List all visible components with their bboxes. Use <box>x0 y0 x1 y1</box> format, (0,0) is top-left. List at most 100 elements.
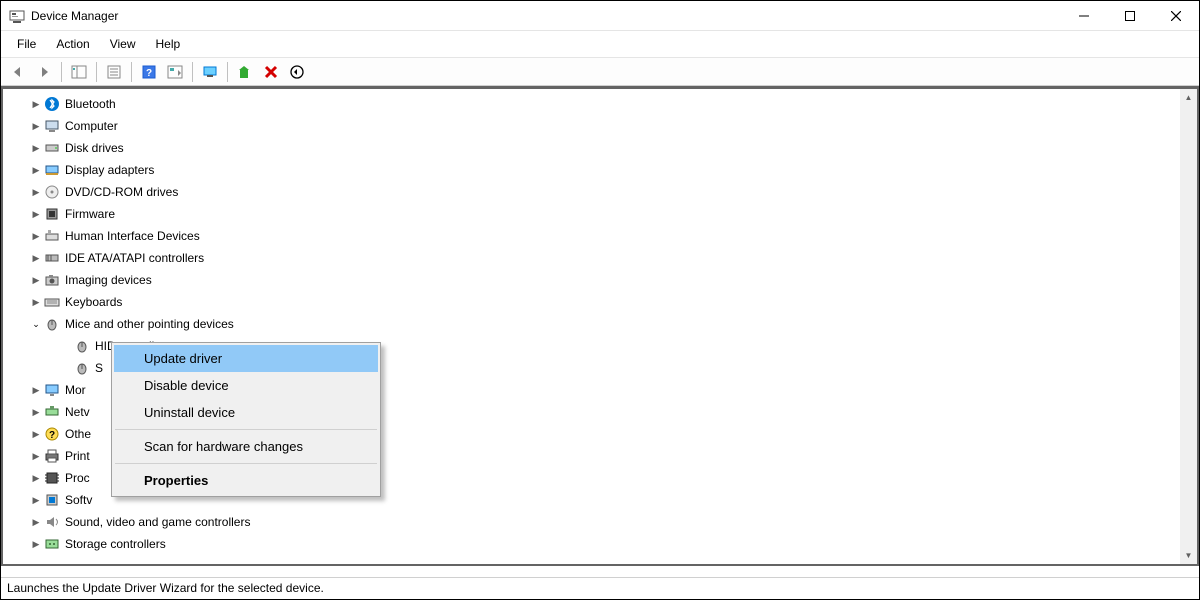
expand-icon[interactable]: ▶ <box>29 451 43 462</box>
scan-hardware-button[interactable] <box>286 61 308 83</box>
action-button[interactable] <box>164 61 186 83</box>
menu-action[interactable]: Action <box>46 33 99 55</box>
mouse-icon <box>73 338 91 354</box>
toolbar-separator <box>227 62 228 82</box>
storage-icon <box>43 536 61 552</box>
tree-label: S <box>95 361 103 375</box>
tree-node-mice[interactable]: ⌄ Mice and other pointing devices <box>23 313 1197 335</box>
other-icon: ? <box>43 426 61 442</box>
expand-icon[interactable]: ▶ <box>29 253 43 264</box>
tree-node-keyboards[interactable]: ▶ Keyboards <box>23 291 1197 313</box>
tree-node-ide[interactable]: ▶ IDE ATA/ATAPI controllers <box>23 247 1197 269</box>
expand-icon[interactable]: ▶ <box>29 385 43 396</box>
close-button[interactable] <box>1153 1 1199 31</box>
network-icon <box>43 404 61 420</box>
expand-icon[interactable]: ▶ <box>29 407 43 418</box>
tree-label: Print <box>65 449 90 463</box>
toolbar: ? <box>1 58 1199 86</box>
vertical-scrollbar[interactable]: ▲ ▼ <box>1180 89 1197 564</box>
title-bar: Device Manager <box>1 1 1199 31</box>
tree-label: IDE ATA/ATAPI controllers <box>65 251 204 265</box>
expand-icon[interactable]: ▶ <box>29 165 43 176</box>
tree-label: Disk drives <box>65 141 124 155</box>
ctx-uninstall-device[interactable]: Uninstall device <box>114 399 378 426</box>
tree-node-bluetooth[interactable]: ▶ Bluetooth <box>23 93 1197 115</box>
collapse-icon[interactable]: ⌄ <box>29 319 43 330</box>
expand-icon[interactable]: ▶ <box>29 209 43 220</box>
menu-view[interactable]: View <box>100 33 146 55</box>
device-tree-panel: ▶ Bluetooth ▶ Computer ▶ Disk drives ▶ D… <box>1 86 1199 566</box>
expand-icon[interactable]: ▶ <box>29 143 43 154</box>
expand-icon[interactable]: ▶ <box>29 99 43 110</box>
tree-node-disk[interactable]: ▶ Disk drives <box>23 137 1197 159</box>
expand-icon[interactable]: ▶ <box>29 121 43 132</box>
tree-label: Mice and other pointing devices <box>65 317 234 331</box>
ctx-scan-hardware[interactable]: Scan for hardware changes <box>114 433 378 460</box>
toolbar-separator <box>61 62 62 82</box>
processor-icon <box>43 470 61 486</box>
expand-icon[interactable]: ▶ <box>29 275 43 286</box>
expand-icon[interactable]: ▶ <box>29 473 43 484</box>
tree-label: Netv <box>65 405 90 419</box>
status-text: Launches the Update Driver Wizard for th… <box>7 581 324 595</box>
toolbar-separator <box>131 62 132 82</box>
ctx-properties[interactable]: Properties <box>114 467 378 494</box>
tree-node-imaging[interactable]: ▶ Imaging devices <box>23 269 1197 291</box>
tree-label: Sound, video and game controllers <box>65 515 250 529</box>
tree-label: DVD/CD-ROM drives <box>65 185 178 199</box>
software-icon <box>43 492 61 508</box>
svg-text:?: ? <box>49 430 55 441</box>
menu-file[interactable]: File <box>7 33 46 55</box>
tree-node-sound[interactable]: ▶ Sound, video and game controllers <box>23 511 1197 533</box>
ctx-disable-device[interactable]: Disable device <box>114 372 378 399</box>
monitor-icon <box>43 382 61 398</box>
scroll-up-icon[interactable]: ▲ <box>1180 89 1197 106</box>
show-hidden-button[interactable] <box>199 61 221 83</box>
maximize-button[interactable] <box>1107 1 1153 31</box>
tree-label: Storage controllers <box>65 537 166 551</box>
hid-icon <box>43 228 61 244</box>
tree-label: Computer <box>65 119 118 133</box>
tree-label: Proc <box>65 471 90 485</box>
ctx-separator <box>115 463 377 464</box>
dvd-icon <box>43 184 61 200</box>
expand-icon[interactable]: ▶ <box>29 231 43 242</box>
app-icon <box>9 8 25 24</box>
tree-node-display[interactable]: ▶ Display adapters <box>23 159 1197 181</box>
tree-node-hid[interactable]: ▶ Human Interface Devices <box>23 225 1197 247</box>
back-button[interactable] <box>7 61 29 83</box>
forward-button[interactable] <box>33 61 55 83</box>
tree-node-dvd[interactable]: ▶ DVD/CD-ROM drives <box>23 181 1197 203</box>
window-title: Device Manager <box>31 9 118 23</box>
expand-icon[interactable]: ▶ <box>29 429 43 440</box>
display-adapter-icon <box>43 162 61 178</box>
keyboard-icon <box>43 294 61 310</box>
computer-icon <box>43 118 61 134</box>
tree-node-computer[interactable]: ▶ Computer <box>23 115 1197 137</box>
properties-button[interactable] <box>103 61 125 83</box>
expand-icon[interactable]: ▶ <box>29 539 43 550</box>
ctx-update-driver[interactable]: Update driver <box>114 345 378 372</box>
firmware-icon <box>43 206 61 222</box>
expand-icon[interactable]: ▶ <box>29 187 43 198</box>
tree-label: Keyboards <box>65 295 122 309</box>
uninstall-button[interactable] <box>260 61 282 83</box>
bluetooth-icon <box>43 96 61 112</box>
ctx-separator <box>115 429 377 430</box>
tree-label: Othe <box>65 427 91 441</box>
expand-icon[interactable]: ▶ <box>29 297 43 308</box>
expand-icon[interactable]: ▶ <box>29 517 43 528</box>
scroll-down-icon[interactable]: ▼ <box>1180 547 1197 564</box>
expand-icon[interactable]: ▶ <box>29 495 43 506</box>
update-driver-button[interactable] <box>234 61 256 83</box>
tree-label: Human Interface Devices <box>65 229 200 243</box>
help-button[interactable]: ? <box>138 61 160 83</box>
tree-node-firmware[interactable]: ▶ Firmware <box>23 203 1197 225</box>
tree-node-storage[interactable]: ▶ Storage controllers <box>23 533 1197 555</box>
status-bar: Launches the Update Driver Wizard for th… <box>1 577 1199 599</box>
menu-help[interactable]: Help <box>146 33 191 55</box>
minimize-button[interactable] <box>1061 1 1107 31</box>
tree-label: Mor <box>65 383 86 397</box>
show-hide-console-tree-button[interactable] <box>68 61 90 83</box>
ide-icon <box>43 250 61 266</box>
